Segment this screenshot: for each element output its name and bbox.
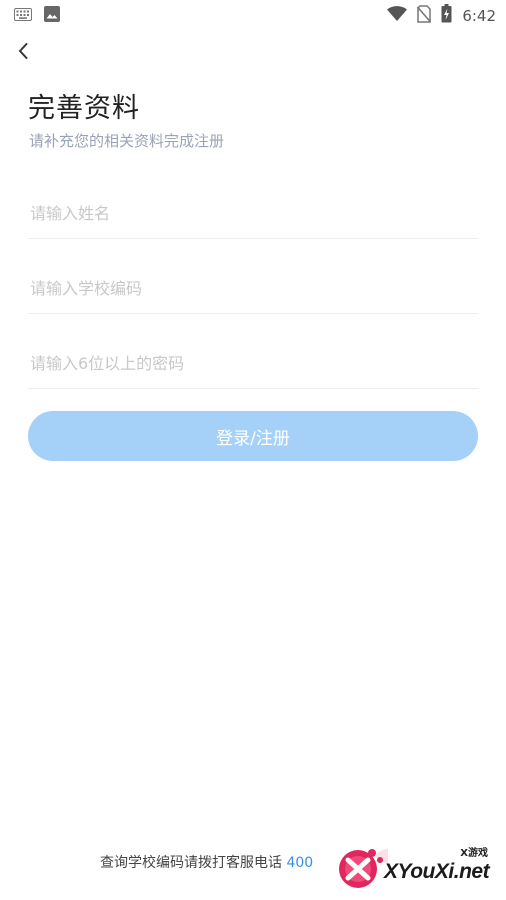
- wifi-icon: [387, 5, 408, 26]
- keyboard-icon: [14, 7, 32, 25]
- page-title: 完善资料: [28, 93, 140, 124]
- battery-charging-icon: [441, 4, 452, 27]
- watermark-site: XYouXi.net: [384, 860, 490, 883]
- back-button[interactable]: [10, 40, 36, 66]
- password-input[interactable]: [28, 338, 482, 388]
- xyouxi-watermark: X游戏 XYouXi.net: [336, 842, 502, 892]
- clock-time: 6:42: [462, 6, 496, 25]
- school-code-field: [28, 263, 482, 314]
- no-sim-icon: [417, 4, 432, 27]
- support-phone-link[interactable]: 400: [286, 855, 313, 871]
- image-icon: [44, 6, 60, 26]
- support-hint-text: 查询学校编码请拨打客服电话: [100, 855, 282, 871]
- password-field: [28, 338, 482, 389]
- register-profile-screen: 6:42 完善资料 请补充您的相关资料完成注册 登录/注册 查询学校编码请拨打客…: [0, 0, 506, 900]
- chevron-left-icon: [17, 42, 29, 64]
- watermark-tag: X游戏: [460, 848, 488, 859]
- page-subtitle: 请补充您的相关资料完成注册: [29, 132, 225, 150]
- school-code-input[interactable]: [28, 263, 482, 313]
- name-input[interactable]: [28, 188, 482, 238]
- support-hint: 查询学校编码请拨打客服电话 400: [100, 852, 313, 872]
- login-register-button[interactable]: 登录/注册: [28, 411, 478, 461]
- status-bar: 6:42: [0, 0, 506, 28]
- name-field: [28, 188, 482, 239]
